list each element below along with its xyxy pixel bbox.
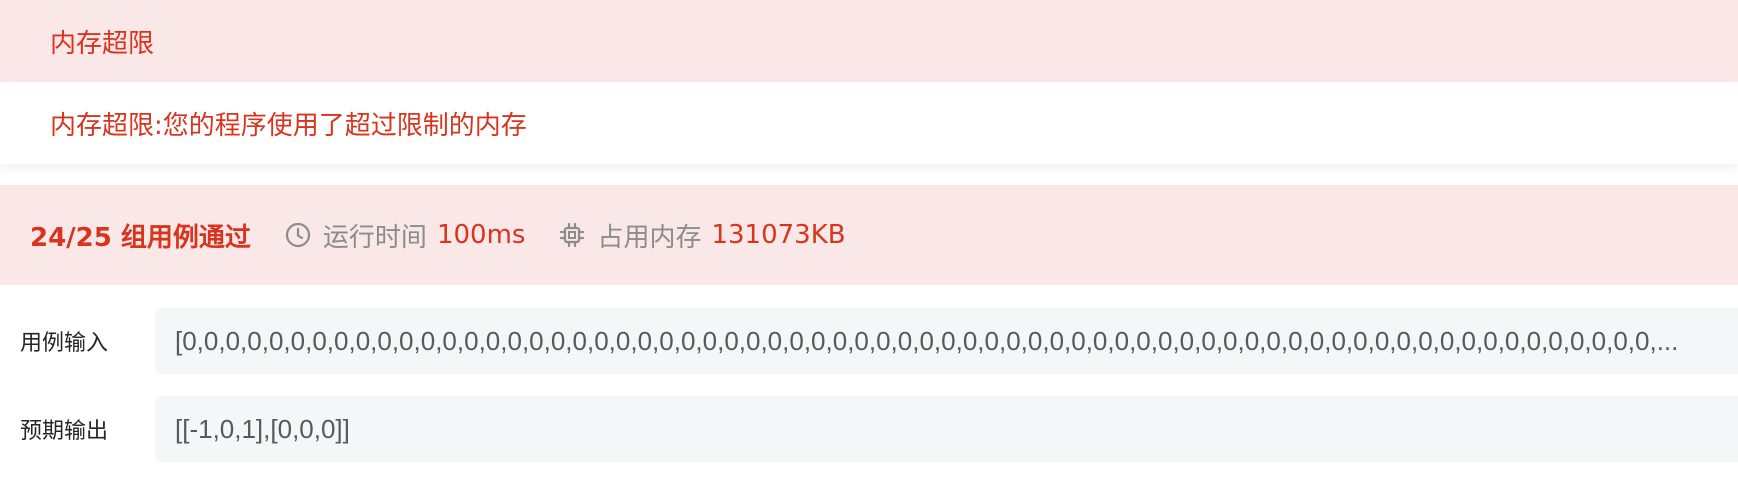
testcase-input-row: 用例输入 [0,0,0,0,0,0,0,0,0,0,0,0,0,0,0,0,0,…	[0, 308, 1738, 374]
passed-cases-count: 24/25 组用例通过	[30, 222, 251, 253]
memory-label: 占用内存	[597, 222, 702, 253]
clock-icon	[285, 222, 311, 248]
error-message: 内存超限:您的程序使用了超过限制的内存	[50, 110, 527, 141]
expected-output-row: 预期输出 [[-1,0,1],[0,0,0]]	[0, 396, 1738, 462]
runtime-label: 运行时间	[322, 222, 427, 253]
error-alert-header: 内存超限	[0, 0, 1738, 82]
expected-output-label: 预期输出	[20, 419, 109, 444]
error-alert-body: 内存超限:您的程序使用了超过限制的内存	[0, 82, 1738, 164]
expected-output-value: [[-1,0,1],[0,0,0]]	[175, 413, 350, 444]
expected-output-box[interactable]: [[-1,0,1],[0,0,0]]	[155, 396, 1738, 462]
result-summary-bar: 24/25 组用例通过 运行时间 100ms 占用内存 131073KB	[0, 185, 1738, 285]
runtime-value: 100ms	[436, 220, 526, 250]
submission-result-panel: 内存超限 内存超限:您的程序使用了超过限制的内存 24/25 组用例通过 运行时…	[0, 0, 1738, 480]
testcase-input-label: 用例输入	[20, 331, 109, 356]
error-title: 内存超限	[50, 28, 155, 59]
chip-icon	[560, 222, 585, 248]
memory-value: 131073KB	[711, 220, 846, 250]
testcase-input-box[interactable]: [0,0,0,0,0,0,0,0,0,0,0,0,0,0,0,0,0,0,0,0…	[155, 308, 1738, 374]
memory-stat: 占用内存 131073KB	[559, 217, 846, 254]
testcase-input-value: [0,0,0,0,0,0,0,0,0,0,0,0,0,0,0,0,0,0,0,0…	[175, 325, 1679, 356]
runtime-stat: 运行时间 100ms	[285, 217, 526, 254]
